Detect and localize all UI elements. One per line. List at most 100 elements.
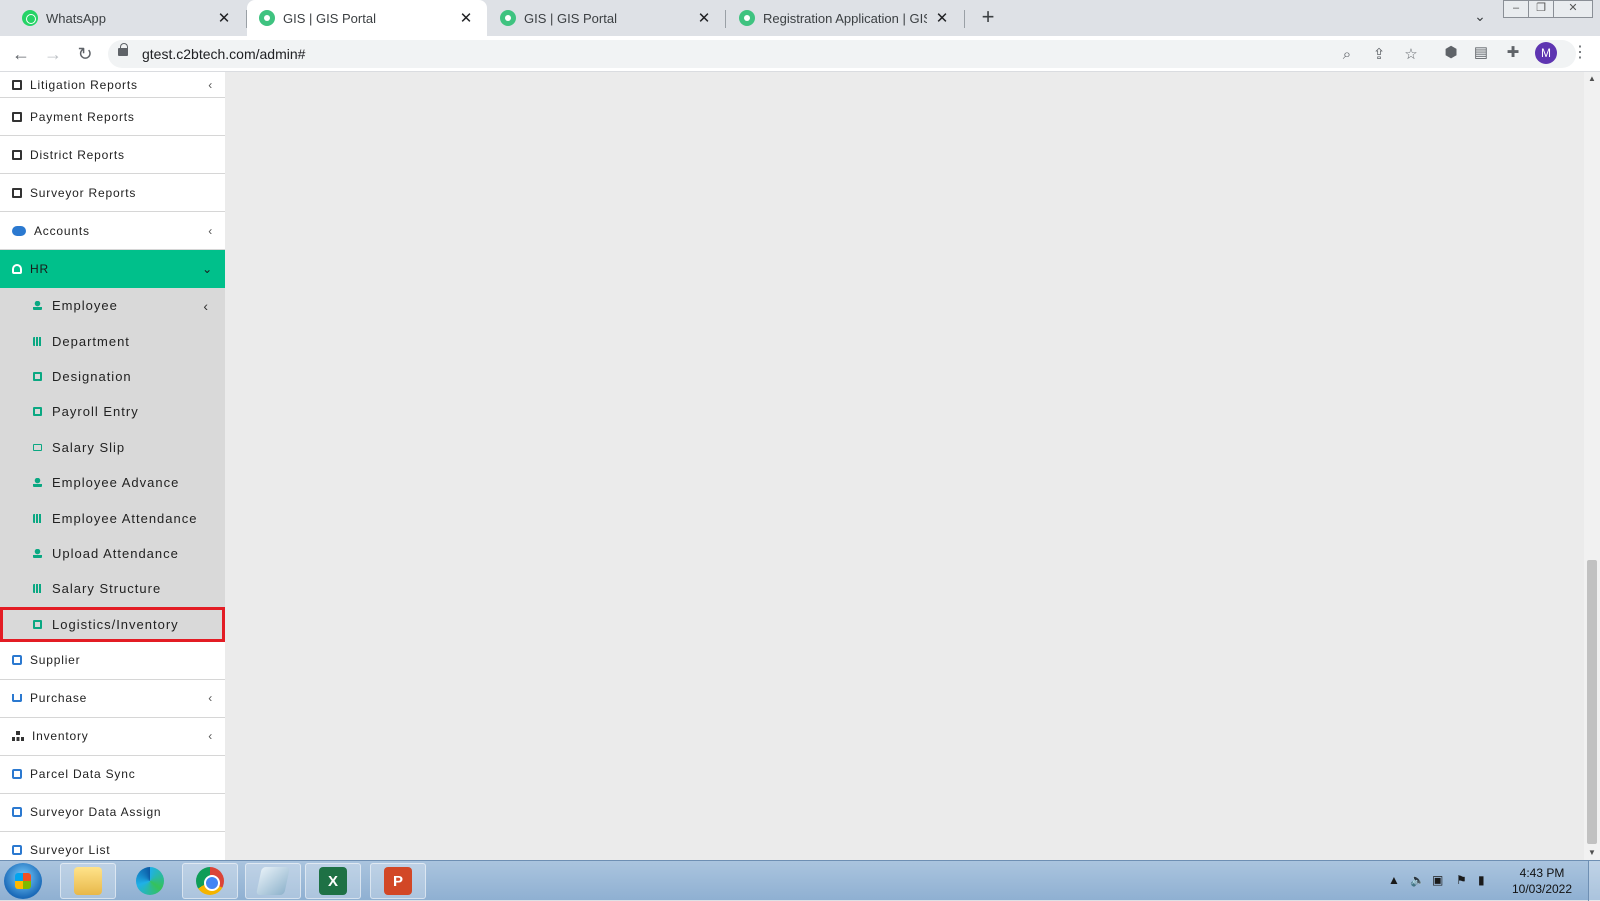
submenu-item-employee-advance[interactable]: Employee Advance <box>0 465 225 500</box>
restore-window-button[interactable]: ❐ <box>1528 0 1554 18</box>
piggy-bank-icon <box>12 225 26 236</box>
report-icon <box>12 187 22 198</box>
taskbar-edge[interactable] <box>122 863 178 899</box>
sidebar-item-label: Surveyor Reports <box>30 185 137 200</box>
scroll-up-arrow-icon[interactable]: ▲ <box>1584 72 1600 86</box>
windows-taskbar: X P ▲ 🔈 ▣ ⚑ ▮ 4:43 PM 10/03/2022 <box>0 860 1600 901</box>
taskbar-clock[interactable]: 4:43 PM 10/03/2022 <box>1502 865 1582 897</box>
sidebar-item-surveyor-reports[interactable]: Surveyor Reports <box>0 174 225 212</box>
truck-icon <box>12 845 22 856</box>
tab-registration-application[interactable]: Registration Application | GIS Por ✕ <box>727 0 963 36</box>
powerpoint-icon: P <box>384 867 412 895</box>
tray-expand-icon[interactable]: ▲ <box>1388 873 1400 887</box>
sidebar-item-label: Payment Reports <box>30 109 135 124</box>
grid-icon <box>33 336 42 346</box>
bookmark-star-icon[interactable]: ☆ <box>1400 44 1422 66</box>
start-button[interactable] <box>4 863 42 899</box>
scroll-down-arrow-icon[interactable]: ▼ <box>1584 846 1600 860</box>
sidebar-item-accounts[interactable]: Accounts ‹ <box>0 212 225 250</box>
tab-separator <box>725 10 726 28</box>
ticket-icon <box>33 443 42 451</box>
submenu-item-employee-attendance[interactable]: Employee Attendance <box>0 500 225 535</box>
tab-gis-portal-active[interactable]: GIS | GIS Portal ✕ <box>247 0 487 36</box>
tray-speaker-icon[interactable]: 🔈 <box>1410 873 1425 887</box>
sidebar-item-inventory[interactable]: Inventory ‹ <box>0 718 225 756</box>
reading-list-icon[interactable]: ▤ <box>1470 42 1492 64</box>
sidebar-item-surveyor-list[interactable]: Surveyor List <box>0 832 225 860</box>
chevron-left-icon: ‹ <box>208 691 213 706</box>
submenu-item-employee[interactable]: Employee ‹ <box>0 288 225 323</box>
close-tab-icon[interactable]: ✕ <box>215 9 233 27</box>
calculator-icon <box>33 407 42 417</box>
share-icon[interactable]: ⇪ <box>1368 44 1390 66</box>
browser-toolbar: ← → ↻ gtest.c2btech.com/admin# ⌕ ⇪ ☆ <box>0 36 1600 72</box>
chrome-icon <box>196 867 224 895</box>
tab-search-chevron-icon[interactable]: ⌄ <box>1470 8 1490 28</box>
show-desktop-button[interactable] <box>1588 861 1600 901</box>
taskbar-file-explorer[interactable] <box>60 863 116 899</box>
profile-avatar[interactable]: M <box>1535 42 1557 64</box>
id-badge-icon <box>12 263 22 274</box>
report-icon <box>12 149 22 160</box>
user-plus-icon <box>33 301 42 311</box>
sidebar-item-litigation-reports[interactable]: Litigation Reports ‹ <box>0 72 225 98</box>
sidebar-item-surveyor-data-assign[interactable]: Surveyor Data Assign <box>0 794 225 832</box>
close-tab-icon[interactable]: ✕ <box>933 9 951 27</box>
scrollbar-thumb[interactable] <box>1587 560 1597 844</box>
sidebar-item-hr[interactable]: HR ⌄ <box>0 250 225 288</box>
truck-icon <box>12 769 22 780</box>
clock-time: 4:43 PM <box>1519 866 1565 880</box>
submenu-item-salary-slip[interactable]: Salary Slip <box>0 430 225 465</box>
zoom-icon[interactable]: ⌕ <box>1336 44 1358 66</box>
sidebar-item-label: District Reports <box>30 147 125 162</box>
submenu-item-label: Upload Attendance <box>52 545 179 561</box>
tab-whatsapp[interactable]: WhatsApp ✕ <box>10 0 245 36</box>
submenu-item-payroll-entry[interactable]: Payroll Entry <box>0 394 225 429</box>
sidebar-item-parcel-data-sync[interactable]: Parcel Data Sync <box>0 756 225 794</box>
sidebar-item-label: Purchase <box>30 691 88 706</box>
tab-title: WhatsApp <box>46 10 106 26</box>
submenu-item-upload-attendance[interactable]: Upload Attendance <box>0 536 225 571</box>
admin-sidebar: Litigation Reports ‹ Payment Reports Dis… <box>0 72 225 860</box>
extension-shield-icon[interactable]: ⬢ <box>1440 42 1462 64</box>
reload-icon[interactable]: ↻ <box>72 41 98 67</box>
minimize-window-button[interactable]: – <box>1503 0 1529 18</box>
sidebar-item-supplier[interactable]: Supplier <box>0 642 225 680</box>
url-text[interactable]: gtest.c2btech.com/admin# <box>142 46 305 62</box>
sidebar-item-payment-reports[interactable]: Payment Reports <box>0 98 225 136</box>
taskbar-powerpoint[interactable]: P <box>370 863 426 899</box>
submenu-item-label: Salary Slip <box>52 439 126 455</box>
taskbar-excel[interactable]: X <box>305 863 361 899</box>
clock-date: 10/03/2022 <box>1511 882 1573 896</box>
chevron-down-icon: ⌄ <box>202 261 213 276</box>
submenu-item-salary-structure[interactable]: Salary Structure <box>0 571 225 606</box>
submenu-item-logistics-inventory[interactable]: Logistics/Inventory <box>0 606 225 642</box>
taskbar-notepad[interactable] <box>245 863 301 899</box>
tray-signal-icon[interactable]: ▮ <box>1478 873 1485 887</box>
forward-arrow-icon[interactable]: → <box>40 41 66 67</box>
chevron-left-icon: ‹ <box>203 297 209 314</box>
tray-flag-icon[interactable]: ⚑ <box>1456 873 1467 887</box>
close-window-button[interactable]: ✕ <box>1553 0 1593 18</box>
sidebar-item-district-reports[interactable]: District Reports <box>0 136 225 174</box>
browser-menu-icon[interactable]: ⋮ <box>1572 42 1588 64</box>
close-tab-icon[interactable]: ✕ <box>457 9 475 27</box>
submenu-item-label: Employee Attendance <box>52 510 198 526</box>
submenu-item-designation[interactable]: Designation <box>0 359 225 394</box>
sidebar-item-purchase[interactable]: Purchase ‹ <box>0 680 225 718</box>
web-page: Litigation Reports ‹ Payment Reports Dis… <box>0 72 1600 860</box>
close-tab-icon[interactable]: ✕ <box>695 9 713 27</box>
page-scrollbar[interactable]: ▲ ▼ <box>1584 72 1600 860</box>
lock-icon[interactable] <box>118 43 128 56</box>
gis-portal-icon <box>500 10 516 26</box>
back-arrow-icon[interactable]: ← <box>8 41 34 67</box>
extensions-puzzle-icon[interactable]: ✚ <box>1502 42 1524 64</box>
tray-network-icon[interactable]: ▣ <box>1432 873 1443 887</box>
tab-gis-portal[interactable]: GIS | GIS Portal ✕ <box>488 0 725 36</box>
whatsapp-icon <box>22 10 38 26</box>
edge-icon <box>136 867 164 895</box>
taskbar-chrome[interactable] <box>182 863 238 899</box>
address-bar[interactable]: gtest.c2btech.com/admin# ⌕ ⇪ ☆ <box>108 40 1576 68</box>
submenu-item-department[interactable]: Department <box>0 323 225 358</box>
new-tab-button[interactable]: + <box>977 6 999 29</box>
